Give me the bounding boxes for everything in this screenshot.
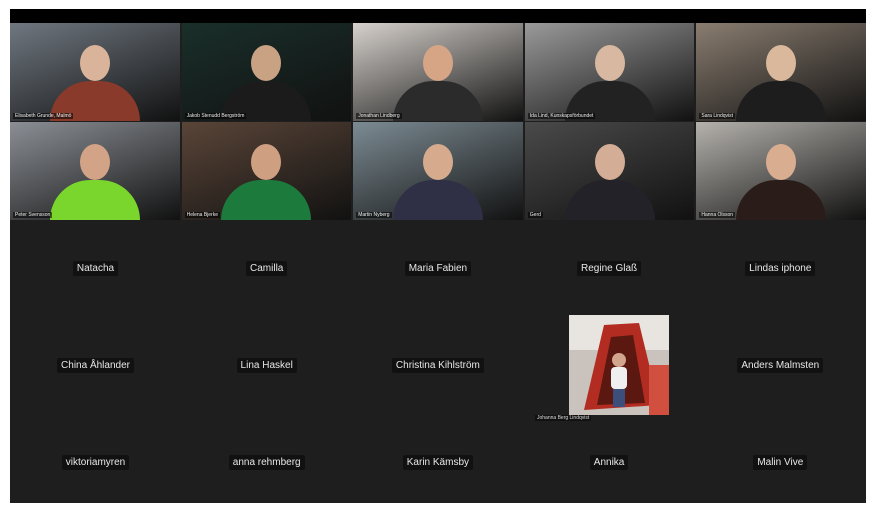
video-tile[interactable]: Martin Nyberg bbox=[353, 122, 523, 220]
participant-head bbox=[422, 144, 453, 180]
video-tile[interactable]: Helena Bjerke bbox=[181, 122, 352, 220]
participant-name: Maria Fabien bbox=[404, 260, 472, 276]
participant-head bbox=[766, 45, 797, 81]
participant-name: Anders Malmsten bbox=[737, 357, 824, 373]
participant-body bbox=[49, 180, 140, 220]
video-tile[interactable]: Sara Lindqvist bbox=[696, 23, 866, 121]
name-only-grid: Natacha Camilla Maria Fabien Regine Glaß Lin… bbox=[10, 221, 866, 503]
participant-name: Christina Kihlström bbox=[391, 357, 484, 373]
participant-name-tile[interactable]: Lindas iphone bbox=[695, 253, 866, 283]
participant-head bbox=[766, 144, 797, 180]
meeting-window: Elisabeth Grunde, Malmö Jakob Stenudd Ber… bbox=[0, 0, 872, 505]
participant-gallery: Elisabeth Grunde, Malmö Jakob Stenudd Ber… bbox=[10, 23, 866, 503]
thumbnail-name-label: Johanna Berg Lindqvist bbox=[535, 415, 592, 421]
participant-name: Malin Vive bbox=[753, 454, 808, 470]
participant-video-figure bbox=[211, 31, 321, 121]
participant-name-tile[interactable]: Annika bbox=[524, 447, 695, 477]
participant-head bbox=[79, 45, 110, 81]
participant-head bbox=[251, 144, 282, 180]
participant-name-tile[interactable]: Anders Malmsten bbox=[695, 350, 866, 380]
participant-name-tile[interactable]: anna rehmberg bbox=[181, 447, 352, 477]
participant-body bbox=[392, 180, 483, 220]
video-name-label: Hanna Olsson bbox=[699, 212, 736, 218]
video-tile[interactable]: Peter Svensson bbox=[10, 122, 180, 220]
participant-head bbox=[594, 45, 625, 81]
participant-video-figure bbox=[40, 31, 150, 121]
participant-head bbox=[251, 45, 282, 81]
participant-photo-thumbnail[interactable] bbox=[569, 315, 669, 415]
participant-name: Camilla bbox=[246, 260, 288, 276]
participant-body bbox=[392, 81, 483, 121]
video-name-label: Elisabeth Grunde, Malmö bbox=[13, 113, 74, 119]
participant-name: anna rehmberg bbox=[228, 454, 305, 470]
participant-video-figure bbox=[726, 31, 836, 121]
participant-video-figure bbox=[211, 130, 321, 220]
video-tile[interactable]: Hanna Olsson bbox=[696, 122, 866, 220]
participant-name-tile[interactable]: Maria Fabien bbox=[352, 253, 523, 283]
participant-name-tile[interactable]: Malin Vive bbox=[695, 447, 866, 477]
participant-name: Lindas iphone bbox=[745, 260, 816, 276]
participant-video-figure bbox=[383, 31, 493, 121]
video-name-label: Peter Svensson bbox=[13, 212, 53, 218]
video-name-label: Ida Lind, Kunskapsförbundet bbox=[527, 113, 596, 119]
video-tile[interactable]: Elisabeth Grunde, Malmö bbox=[10, 23, 180, 121]
video-name-label: Martin Nyberg bbox=[356, 212, 392, 218]
participant-head bbox=[422, 45, 453, 81]
participant-video-figure bbox=[555, 31, 665, 121]
window-top-bar bbox=[10, 9, 866, 23]
participant-name: viktoriamyren bbox=[61, 454, 130, 470]
video-tile[interactable]: Jonathan Lindberg bbox=[353, 23, 523, 121]
video-row-1: Elisabeth Grunde, Malmö Jakob Stenudd Ber… bbox=[10, 23, 866, 121]
participant-head bbox=[79, 144, 110, 180]
participant-video-figure bbox=[726, 130, 836, 220]
participant-name-tile[interactable]: Lina Haskel bbox=[181, 350, 352, 380]
participant-head bbox=[594, 144, 625, 180]
participant-name: Annika bbox=[589, 454, 629, 470]
video-name-label: Jakob Stenudd Bergström bbox=[184, 113, 247, 119]
participant-video-figure bbox=[383, 130, 493, 220]
participant-video-figure bbox=[555, 130, 665, 220]
video-name-label: Helena Bjerke bbox=[184, 212, 220, 218]
participant-video-figure bbox=[40, 130, 150, 220]
participant-name-tile[interactable]: Regine Glaß bbox=[524, 253, 695, 283]
video-tile[interactable]: Ida Lind, Kunskapsförbundet bbox=[524, 23, 695, 121]
participant-name-tile[interactable]: Karin Kämsby bbox=[352, 447, 523, 477]
video-tile[interactable]: Gerd bbox=[524, 122, 695, 220]
participant-name: Lina Haskel bbox=[236, 357, 297, 373]
participant-name-tile[interactable]: China Åhlander bbox=[10, 350, 181, 380]
video-name-label: Sara Lindqvist bbox=[699, 113, 736, 119]
participant-body bbox=[736, 180, 827, 220]
video-name-label: Gerd bbox=[527, 212, 543, 218]
participant-name: Regine Glaß bbox=[577, 260, 642, 276]
participant-body bbox=[564, 180, 655, 220]
video-name-label: Jonathan Lindberg bbox=[356, 113, 402, 119]
video-tile[interactable]: Jakob Stenudd Bergström bbox=[181, 23, 352, 121]
participant-name: China Åhlander bbox=[57, 357, 134, 373]
participant-name: Natacha bbox=[72, 260, 119, 276]
photo-image bbox=[569, 315, 669, 415]
participant-name-tile[interactable]: Natacha bbox=[10, 253, 181, 283]
participant-name-tile[interactable]: viktoriamyren bbox=[10, 447, 181, 477]
video-row-2: Peter Svensson Helena Bjerke Martin Nyberg… bbox=[10, 122, 866, 220]
participant-name: Karin Kämsby bbox=[402, 454, 474, 470]
participant-name-tile[interactable]: Christina Kihlström bbox=[352, 350, 523, 380]
participant-name-tile[interactable]: Camilla bbox=[181, 253, 352, 283]
participant-body bbox=[736, 81, 827, 121]
participant-body bbox=[221, 180, 312, 220]
